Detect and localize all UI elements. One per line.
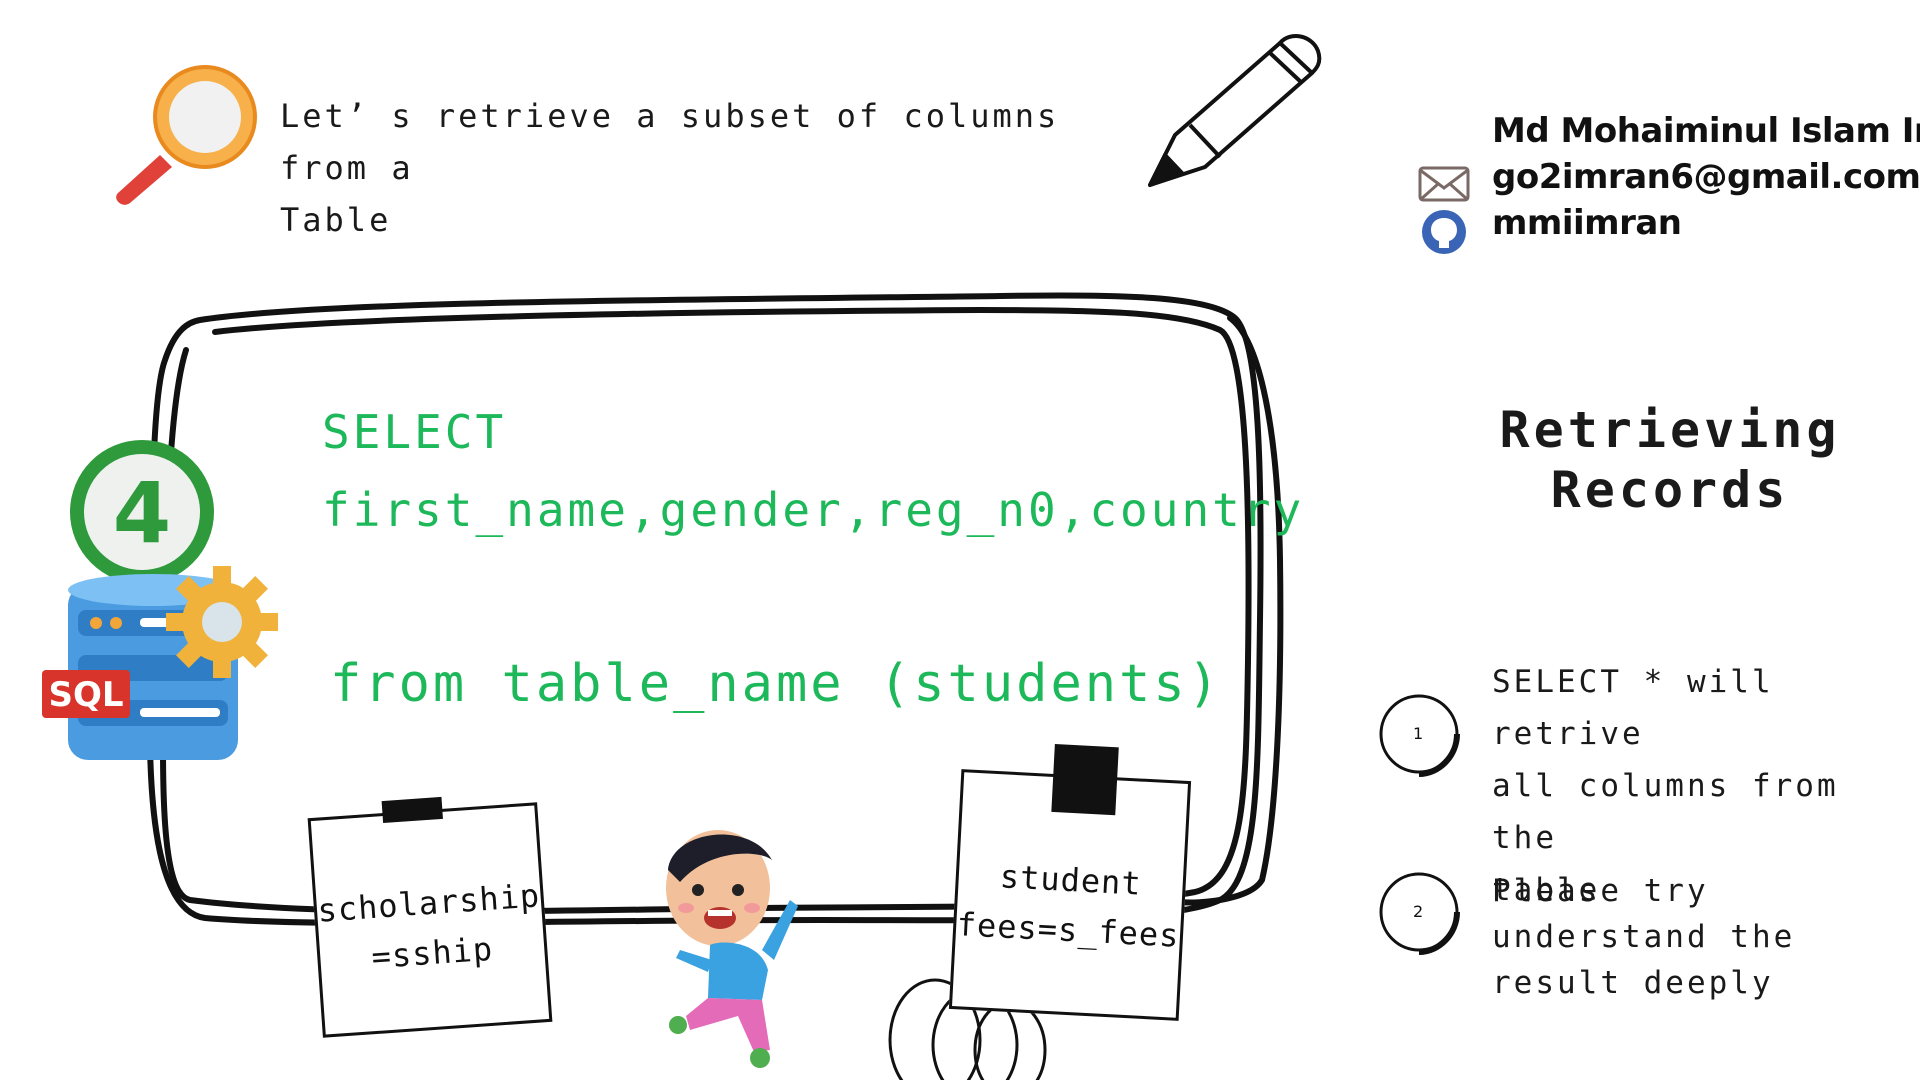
- magnifier-icon: [116, 65, 257, 205]
- code-line-1: SELECT: [322, 405, 507, 459]
- step-2-line-2: result deeply: [1492, 965, 1774, 1001]
- side-title-line-1: Retrieving: [1499, 401, 1841, 459]
- author-block: Md Mohaiminul Islam Imran go2imran6@gmai…: [1492, 108, 1920, 246]
- side-title: Retrieving Records: [1480, 400, 1860, 520]
- code-line-3: from table_name (students): [330, 654, 1222, 714]
- author-github[interactable]: mmiimran: [1492, 200, 1920, 246]
- gear-icon: [166, 566, 278, 678]
- note-left-tape: [381, 796, 443, 824]
- intro-line-2: Table: [280, 201, 392, 239]
- step-2-number: 2: [1413, 902, 1424, 921]
- kid-character-icon: [666, 830, 798, 1068]
- note-right: student fees=s_fees: [948, 744, 1192, 1021]
- note-right-tape: [1051, 744, 1119, 816]
- intro-line-1: Let’ s retrieve a subset of columns from…: [280, 97, 1060, 187]
- step-1-line-1: SELECT * will retrive: [1492, 664, 1774, 752]
- code-line-2: first_name,gender,reg_n0,country: [322, 483, 1305, 537]
- side-title-line-2: Records: [1550, 461, 1790, 519]
- author-email[interactable]: go2imran6@gmail.com: [1492, 154, 1920, 200]
- sql-label: SQL: [48, 675, 123, 715]
- note-left: scholarship =sship: [307, 796, 553, 1038]
- step-1-line-2: all columns from the: [1492, 768, 1839, 856]
- badge-number: 4: [113, 464, 171, 562]
- intro-text: Let’ s retrieve a subset of columns from…: [280, 90, 1100, 246]
- github-icon: [1422, 210, 1466, 254]
- mail-icon: [1418, 166, 1470, 202]
- step-2-line-1: Please try understand the: [1492, 873, 1796, 955]
- step-2-text: Please try understand the result deeply: [1492, 868, 1920, 1006]
- author-name: Md Mohaiminul Islam Imran: [1492, 111, 1920, 151]
- pencil-icon: [1148, 34, 1322, 187]
- step-1-number: 1: [1413, 724, 1424, 743]
- database-icon: 4 SQL: [42, 440, 278, 760]
